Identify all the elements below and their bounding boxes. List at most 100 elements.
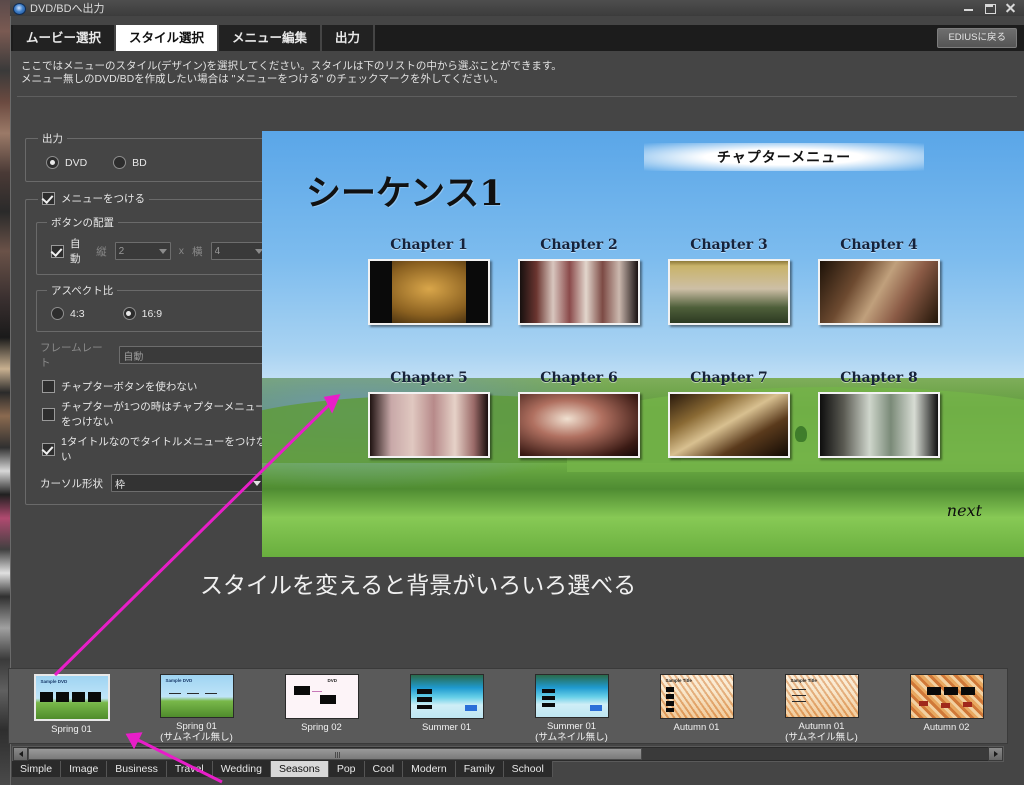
style-thumb-title: Sample DVD <box>165 678 193 683</box>
style-thumbnail: Sample Title <box>659 674 734 719</box>
chapter-thumbnail[interactable] <box>818 392 940 458</box>
chevron-left-icon[interactable] <box>13 747 28 761</box>
checkbox-no-chapter-menu-single-box <box>42 407 55 421</box>
cols-select-value: 4 <box>214 245 221 257</box>
radio-dvd[interactable]: DVD <box>46 156 87 169</box>
style-thumbnail <box>909 674 984 719</box>
style-item-autumn-01[interactable]: Sample Title Autumn 01 <box>634 669 759 743</box>
close-icon[interactable] <box>1004 2 1017 14</box>
chapter-button-8[interactable]: Chapter 8 <box>804 370 954 458</box>
minimize-icon[interactable] <box>962 2 975 14</box>
checkbox-auto-layout[interactable]: 自動 <box>51 236 88 266</box>
framerate-select[interactable]: 自動 <box>119 346 276 364</box>
tab-menu-edit[interactable]: メニュー編集 <box>219 25 323 51</box>
radio-aspect-4-3[interactable]: 4:3 <box>51 307 85 320</box>
chapter-label: Chapter 3 <box>690 237 768 253</box>
output-group-legend: 出力 <box>42 133 63 145</box>
category-tab-family[interactable]: Family <box>455 761 504 777</box>
style-thumb-title: DVD <box>327 678 338 683</box>
style-item-autumn-02[interactable]: Autumn 02 <box>884 669 1007 743</box>
rows-select-value: 2 <box>118 245 125 257</box>
style-item-summer-01-nothumb[interactable]: Summer 01 (サムネイル無し) <box>509 669 634 743</box>
menu-group: メニューをつける ボタンの配置 自動 縦 2 x 横 4 アスペクト比 4:3 … <box>25 191 287 505</box>
menu-preview[interactable]: チャプターメニュー シーケンス1 Chapter 1 Chapter 2 Cha… <box>262 131 1024 557</box>
checkbox-no-title-menu[interactable]: 1タイトルなのでタイトルメニューをつけない <box>42 434 276 464</box>
style-name: Autumn 02 <box>923 722 970 733</box>
style-thumbnail: Sample DVD <box>33 674 110 721</box>
chapter-thumbnail[interactable] <box>818 259 940 325</box>
menu-group-legend[interactable]: メニューをつける <box>38 191 149 208</box>
style-thumb-title: Sample DVD <box>40 679 68 684</box>
maximize-icon[interactable] <box>983 2 996 14</box>
chapter-button-1[interactable]: Chapter 1 <box>354 237 504 325</box>
cursor-shape-select[interactable]: 枠 <box>111 474 265 492</box>
next-page-button[interactable]: next <box>947 501 982 520</box>
description-line-1: ここではメニューのスタイル(デザイン)を選択してください。スタイルは下のリストの… <box>21 60 562 72</box>
radio-bd[interactable]: BD <box>113 156 147 169</box>
window-controls <box>962 2 1024 14</box>
style-thumb-title: Sample Title <box>665 678 692 683</box>
chapter-thumbnail[interactable] <box>668 392 790 458</box>
category-tab-modern[interactable]: Modern <box>403 761 456 777</box>
style-list-scrollbar[interactable] <box>12 746 1004 762</box>
rows-select[interactable]: 2 <box>114 242 171 260</box>
style-item-spring-01[interactable]: Sample DVD Spring 01 <box>9 669 134 743</box>
tab-movie-select[interactable]: ムービー選択 <box>13 25 117 51</box>
category-tab-wedding[interactable]: Wedding <box>212 761 271 777</box>
radio-aspect-4-3-dot <box>51 307 64 320</box>
chapter-button-4[interactable]: Chapter 4 <box>804 237 954 325</box>
chapter-row-2: Chapter 5 Chapter 6 Chapter 7 Chapter 8 <box>354 370 954 458</box>
chevron-down-icon <box>253 480 261 486</box>
cols-select[interactable]: 4 <box>210 242 267 260</box>
checkbox-no-chapter-button-label: チャプターボタンを使わない <box>61 381 198 393</box>
style-item-autumn-01-nothumb[interactable]: Sample Title Autumn 01 (サムネイル無し) <box>759 669 884 743</box>
radio-aspect-16-9[interactable]: 16:9 <box>122 307 163 320</box>
chapter-thumbnail[interactable] <box>368 259 490 325</box>
chapter-thumbnail[interactable] <box>668 259 790 325</box>
framerate-select-value: 自動 <box>123 351 144 363</box>
chapter-thumbnail[interactable] <box>368 392 490 458</box>
checkbox-auto-layout-box <box>51 244 64 258</box>
checkbox-attach-menu[interactable]: メニューをつける <box>42 191 145 206</box>
style-item-spring-01-nothumb[interactable]: Sample DVD Spring 01 (サムネイル無し) <box>134 669 259 743</box>
chapter-button-6[interactable]: Chapter 6 <box>504 370 654 458</box>
checkbox-no-chapter-menu-single-label: チャプターが1つの時はチャプターメニューをつけない <box>61 401 266 428</box>
chevron-right-icon[interactable] <box>988 747 1003 761</box>
button-layout-legend: ボタンの配置 <box>51 217 114 229</box>
return-to-edius-button[interactable]: EDIUSに戻る <box>937 28 1017 48</box>
chapter-button-3[interactable]: Chapter 3 <box>654 237 804 325</box>
scrollbar-thumb[interactable] <box>28 748 643 760</box>
chapter-label: Chapter 4 <box>840 237 918 253</box>
chevron-down-icon <box>158 248 167 254</box>
category-tab-simple[interactable]: Simple <box>12 761 62 777</box>
chapter-button-7[interactable]: Chapter 7 <box>654 370 804 458</box>
category-tab-pop[interactable]: Pop <box>328 761 365 777</box>
category-tabs: Simple Image Business Travel Wedding Sea… <box>12 761 553 777</box>
scrollbar-track[interactable] <box>28 748 988 760</box>
chapter-thumbnail[interactable] <box>518 392 640 458</box>
style-name: Spring 02 <box>301 722 342 733</box>
checkbox-no-chapter-menu-single[interactable]: チャプターが1つの時はチャプターメニューをつけない <box>42 399 276 429</box>
checkbox-auto-layout-label: 自動 <box>70 238 81 265</box>
radio-aspect-16-9-label: 16:9 <box>141 307 163 320</box>
style-item-summer-01[interactable]: Summer 01 <box>384 669 509 743</box>
category-tab-school[interactable]: School <box>503 761 553 777</box>
style-list-panel[interactable]: Sample DVD Spring 01 Sample DVD Spring 0… <box>8 668 1008 744</box>
chapter-button-5[interactable]: Chapter 5 <box>354 370 504 458</box>
chapter-thumbnail[interactable] <box>518 259 640 325</box>
tab-style-select[interactable]: スタイル選択 <box>116 25 220 51</box>
category-tab-seasons[interactable]: Seasons <box>270 761 329 777</box>
dvd-disc-icon <box>12 2 26 15</box>
chapter-menu-banner-text: チャプターメニュー <box>716 150 852 166</box>
tab-output[interactable]: 出力 <box>322 25 376 51</box>
chapter-button-2[interactable]: Chapter 2 <box>504 237 654 325</box>
style-item-spring-02[interactable]: DVD Spring 02 <box>259 669 384 743</box>
category-tab-travel[interactable]: Travel <box>166 761 213 777</box>
category-tab-cool[interactable]: Cool <box>364 761 404 777</box>
description-line-2: メニュー無しのDVD/BDを作成したい場合は "メニューをつける" のチェックマ… <box>21 73 504 85</box>
checkbox-no-chapter-button[interactable]: チャプターボタンを使わない <box>42 379 197 394</box>
description-text: ここではメニューのスタイル(デザイン)を選択してください。スタイルは下のリストの… <box>21 60 981 86</box>
category-tab-image[interactable]: Image <box>61 761 108 777</box>
style-name: Spring 01 (サムネイル無し) <box>160 721 233 743</box>
category-tab-business[interactable]: Business <box>107 761 167 777</box>
